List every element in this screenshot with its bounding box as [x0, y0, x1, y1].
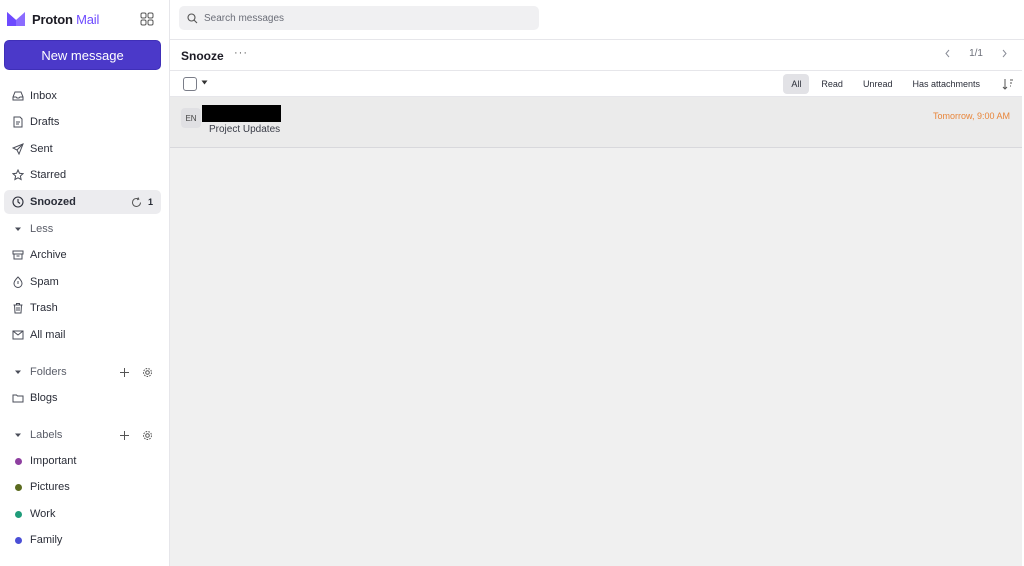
sidebar-item-label: Pictures	[30, 481, 70, 493]
pagination: 1/1	[944, 48, 1008, 59]
select-dropdown-caret-icon[interactable]	[201, 80, 208, 85]
label-color-dot	[14, 510, 22, 518]
select-all-checkbox[interactable]	[183, 77, 197, 91]
filter-has-attachments-button[interactable]: Has attachments	[904, 74, 988, 94]
sidebar-item-label: Important	[30, 455, 77, 467]
filter-tabs: All Read Unread Has attachments	[783, 74, 988, 94]
chevron-right-icon[interactable]	[1001, 49, 1008, 58]
inbox-icon	[12, 90, 24, 102]
message-list: EN Project Updates Tomorrow, 9:00 AM	[170, 97, 1022, 566]
sidebar-section-folders[interactable]: Folders	[4, 360, 161, 384]
brand-name: Proton Mail	[32, 11, 100, 27]
sidebar-item-label: Less	[30, 223, 54, 235]
sidebar-item-less-toggle[interactable]: Less	[4, 217, 161, 241]
sidebar: Proton Mail New message Inbox Drafts Sen…	[0, 0, 170, 566]
add-label-icon[interactable]	[119, 430, 130, 441]
brand-logo[interactable]: Proton Mail	[6, 8, 160, 30]
sidebar-item-label: Work	[30, 508, 56, 520]
refresh-icon[interactable]	[131, 196, 142, 208]
sidebar-item-label: Drafts	[30, 116, 60, 128]
proton-logo-icon	[7, 12, 25, 26]
all-mail-icon	[12, 329, 24, 341]
sidebar-item-trash[interactable]: Trash	[4, 296, 161, 320]
sort-icon[interactable]	[1002, 77, 1014, 91]
label-color-dot	[14, 457, 22, 465]
sidebar-item-label: Archive	[30, 249, 67, 261]
new-message-button[interactable]: New message	[4, 40, 161, 70]
sent-icon	[12, 143, 24, 155]
apps-grid-icon[interactable]	[140, 12, 154, 26]
folder-icon	[12, 392, 24, 404]
more-options-button[interactable]: ···	[234, 47, 248, 59]
sidebar-item-drafts[interactable]: Drafts	[4, 110, 161, 134]
page-indicator: 1/1	[969, 48, 983, 59]
label-color-dot	[14, 536, 22, 544]
page-title: Snooze	[181, 49, 224, 63]
sidebar-item-sent[interactable]: Sent	[4, 137, 161, 161]
sidebar-item-inbox[interactable]: Inbox	[4, 84, 161, 108]
add-folder-icon[interactable]	[119, 367, 130, 378]
chevron-left-icon[interactable]	[944, 49, 951, 58]
caret-down-icon	[12, 366, 24, 378]
snooze-time: Tomorrow, 9:00 AM	[932, 111, 1010, 121]
filter-bar: All Read Unread Has attachments	[170, 71, 1022, 97]
message-row[interactable]: EN Project Updates Tomorrow, 9:00 AM	[170, 97, 1022, 148]
sidebar-item-label-family[interactable]: Family	[4, 528, 161, 552]
sidebar-item-label-work[interactable]: Work	[4, 502, 161, 526]
star-icon	[12, 169, 24, 181]
clock-icon	[12, 196, 24, 208]
sender-name-redacted	[202, 105, 281, 122]
sidebar-item-starred[interactable]: Starred	[4, 163, 161, 187]
sidebar-item-label: Sent	[30, 143, 53, 155]
sidebar-item-all-mail[interactable]: All mail	[4, 323, 161, 347]
sidebar-section-labels[interactable]: Labels	[4, 423, 161, 447]
sidebar-item-label: All mail	[30, 329, 66, 341]
trash-icon	[12, 302, 24, 314]
message-subject: Project Updates	[209, 124, 281, 135]
search-box[interactable]	[179, 6, 539, 30]
sidebar-item-label: Spam	[30, 276, 59, 288]
search-icon	[187, 12, 198, 23]
archive-icon	[12, 249, 24, 261]
label-settings-gear-icon[interactable]	[142, 430, 153, 441]
filter-all-button[interactable]: All	[783, 74, 810, 94]
section-label: Folders	[30, 366, 67, 378]
sidebar-item-label-important[interactable]: Important	[4, 449, 161, 473]
sidebar-item-archive[interactable]: Archive	[4, 243, 161, 267]
sender-avatar[interactable]: EN	[181, 108, 201, 128]
unread-count-badge: 1	[147, 197, 153, 207]
caret-down-icon	[12, 429, 24, 441]
sidebar-item-label: Inbox	[30, 90, 57, 102]
message-list-toolbar: Snooze ··· 1/1	[170, 40, 1022, 71]
folder-settings-gear-icon[interactable]	[142, 367, 153, 378]
filter-unread-button[interactable]: Unread	[855, 74, 901, 94]
sidebar-item-label-pictures[interactable]: Pictures	[4, 475, 161, 499]
section-label: Labels	[30, 429, 63, 441]
filter-read-button[interactable]: Read	[813, 74, 851, 94]
sidebar-item-label: Trash	[30, 302, 58, 314]
sidebar-item-snoozed[interactable]: Snoozed 1	[4, 190, 161, 214]
sidebar-item-label: Family	[30, 534, 63, 546]
sidebar-item-label: Blogs	[30, 392, 58, 404]
sidebar-item-label: Starred	[30, 169, 67, 181]
label-color-dot	[14, 483, 22, 491]
search-input[interactable]	[204, 12, 524, 24]
drafts-icon	[12, 116, 24, 128]
sidebar-item-label: Snoozed	[30, 196, 76, 208]
spam-icon	[12, 276, 24, 288]
top-bar	[170, 0, 1024, 40]
caret-down-icon	[12, 223, 24, 235]
sidebar-item-spam[interactable]: Spam	[4, 270, 161, 294]
sidebar-item-folder-blogs[interactable]: Blogs	[4, 386, 161, 410]
